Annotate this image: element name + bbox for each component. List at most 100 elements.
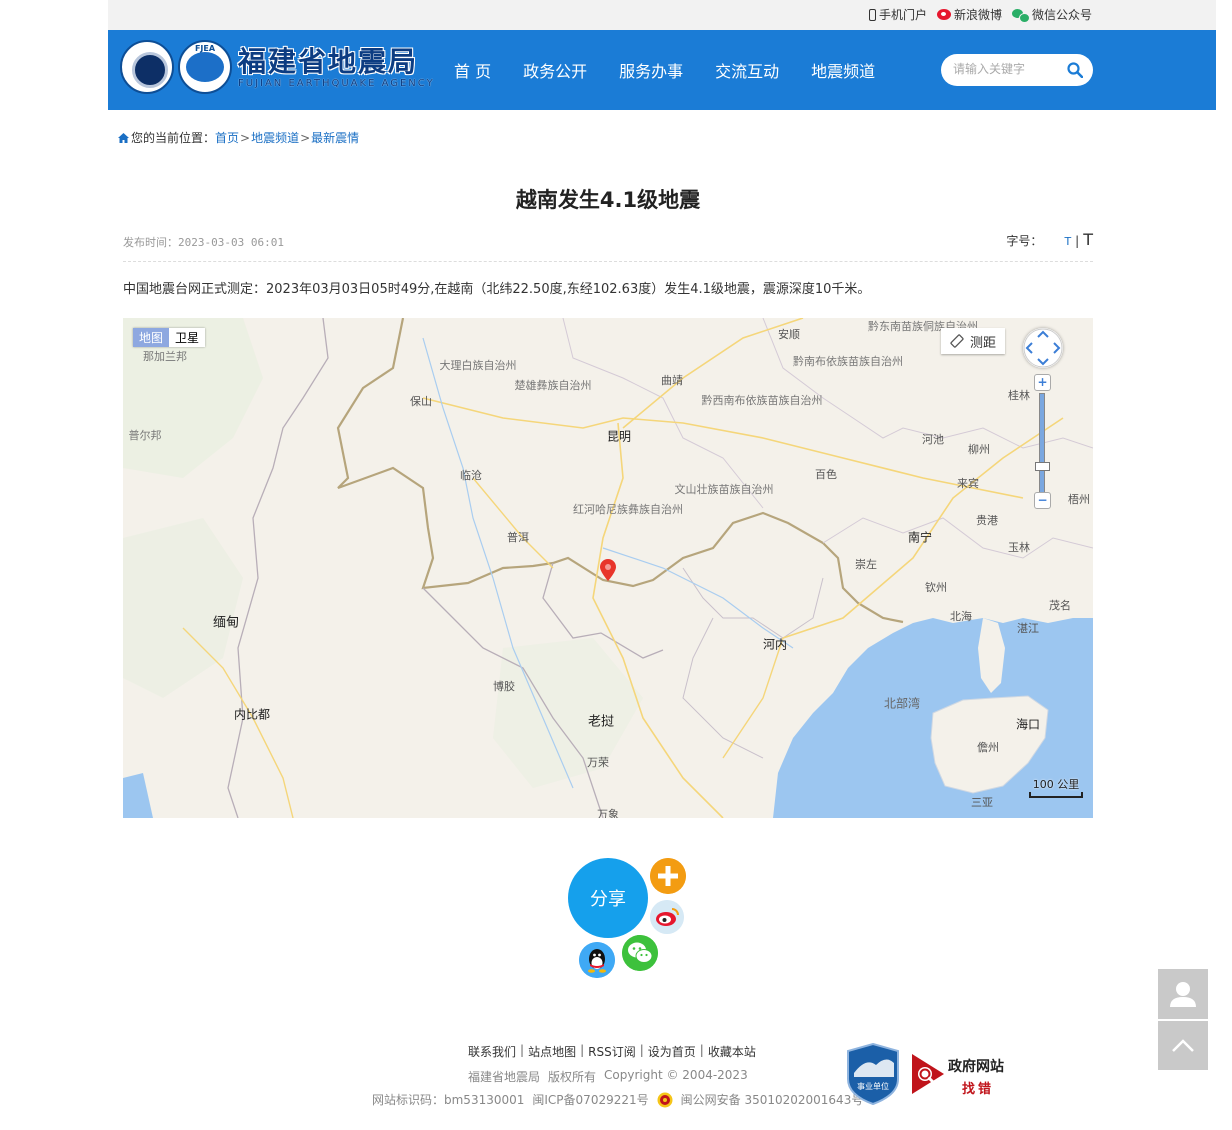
- breadcrumb: 您的当前位置： 首页 > 地震频道 > 最新震情: [118, 129, 359, 146]
- measure-label: 测距: [969, 335, 996, 351]
- footer-bookmark-link[interactable]: 收藏本站: [708, 1043, 756, 1060]
- epicenter-marker-icon[interactable]: [600, 559, 616, 581]
- map-label: 曲靖: [661, 374, 683, 387]
- top-strip: 手机门户 新浪微博 微信公众号: [108, 0, 1216, 30]
- back-to-top-button[interactable]: [1158, 1021, 1208, 1070]
- nav-interaction[interactable]: 交流互动: [715, 58, 779, 82]
- zoom-in-button[interactable]: +: [1034, 374, 1051, 391]
- share-label: 分享: [590, 889, 626, 910]
- publish-time: 发布时间：2023-03-03 06:01: [123, 236, 284, 249]
- national-emblem-icon: [120, 40, 174, 94]
- footer-icp-link[interactable]: 闽ICP备07029221号: [532, 1091, 648, 1108]
- map-label: 柳州: [968, 443, 990, 456]
- nav-earthquake-channel[interactable]: 地震频道: [811, 58, 875, 82]
- article-body: 中国地震台网正式测定：2023年03月03日05时49分,在越南（北纬22.50…: [123, 282, 871, 297]
- site-logo[interactable]: FJEA 福建省地震局 FUJIAN EARTHQUAKE AGENCY: [120, 40, 435, 94]
- breadcrumb-separator: >: [240, 130, 251, 145]
- map-label: 百色: [815, 468, 837, 481]
- font-small-button[interactable]: T: [1064, 235, 1071, 248]
- scale-bar: [1029, 792, 1083, 798]
- logo-name-en: FUJIAN EARTHQUAKE AGENCY: [238, 77, 435, 89]
- side-user-button[interactable]: [1158, 969, 1208, 1019]
- map-label: 来宾: [957, 477, 979, 490]
- map-label: 普洱: [507, 531, 529, 544]
- weibo-icon: [936, 9, 951, 20]
- share-qq-icon[interactable]: [579, 942, 615, 978]
- font-large-button[interactable]: T: [1083, 230, 1093, 249]
- font-size-separator: |: [1075, 234, 1080, 248]
- share-wechat-icon[interactable]: [622, 935, 658, 971]
- error-report-magnifier-icon: [912, 1054, 944, 1094]
- police-badge-icon: [657, 1092, 673, 1107]
- breadcrumb-earthquake-channel[interactable]: 地震频道: [251, 129, 299, 146]
- gov-site-error-report[interactable]: 政府网站 找错: [910, 1052, 1010, 1098]
- epicenter-map[interactable]: 那加兰邦 普尔邦 缅甸 内比都 大理白族自治州 保山 楚雄彝族自治州 昆明 曲靖…: [123, 318, 1093, 818]
- map-label: 那加兰邦: [143, 350, 187, 363]
- footer-copyright-text: Copyright © 2004-2023: [604, 1068, 748, 1082]
- share-button[interactable]: 分享: [568, 858, 648, 938]
- meta-divider: [123, 261, 1093, 262]
- map-scale: 100 公里: [1029, 776, 1083, 798]
- wechat-icon: [1011, 8, 1030, 23]
- map-label: 贵港: [976, 514, 998, 527]
- map-label: 安顺: [778, 328, 800, 341]
- map-label: 大理白族自治州: [439, 359, 517, 372]
- search-input[interactable]: [953, 62, 1063, 76]
- map-label: 海口: [1015, 717, 1041, 732]
- footer-sitemap-link[interactable]: 站点地图: [528, 1043, 576, 1060]
- footer-links: 联系我们 | 站点地图 | RSS订阅 | 设为首页 | 收藏本站: [468, 1043, 756, 1060]
- map-label: 河内: [762, 637, 788, 652]
- map-label: 普尔邦: [128, 429, 162, 442]
- home-icon: [118, 132, 129, 143]
- nav-services[interactable]: 服务办事: [619, 58, 683, 82]
- footer-rss-link[interactable]: RSS订阅: [588, 1043, 636, 1060]
- zoom-slider[interactable]: [1039, 393, 1045, 493]
- phone-icon: [868, 8, 876, 21]
- weibo-link[interactable]: 新浪微博: [936, 6, 1002, 23]
- search-icon[interactable]: [1067, 62, 1083, 78]
- wechat-label: 微信公众号: [1031, 8, 1092, 22]
- footer-set-homepage-link[interactable]: 设为首页: [648, 1043, 696, 1060]
- map-type-satellite-button[interactable]: 卫星: [169, 328, 206, 347]
- map-label: 儋州: [977, 741, 999, 754]
- footer-police-link[interactable]: 闽公网安备 35010202001643号: [681, 1091, 864, 1108]
- logo-name-cn: 福建省地震局: [238, 44, 419, 78]
- map-label: 保山: [410, 395, 432, 408]
- map-label: 钦州: [925, 581, 947, 594]
- share-weibo-icon[interactable]: [650, 900, 684, 934]
- map-type-map-button[interactable]: 地图: [133, 328, 170, 347]
- footer-copyright: 福建省地震局 版权所有 Copyright © 2004-2023: [468, 1068, 748, 1085]
- badge-unit-text: 事业单位: [857, 1081, 889, 1091]
- site-header: FJEA 福建省地震局 FUJIAN EARTHQUAKE AGENCY 首 页…: [108, 30, 1216, 110]
- map-label: 昆明: [606, 429, 632, 444]
- nav-home[interactable]: 首 页: [454, 58, 491, 82]
- mobile-portal-link[interactable]: 手机门户: [868, 6, 927, 23]
- map-label: 内比都: [233, 707, 271, 722]
- breadcrumb-latest-quakes[interactable]: 最新震情: [311, 129, 359, 146]
- nav-government-affairs[interactable]: 政务公开: [523, 58, 587, 82]
- zoom-out-button[interactable]: −: [1034, 492, 1051, 509]
- pan-control-icon[interactable]: [1023, 328, 1063, 368]
- zoom-slider-handle[interactable]: [1035, 462, 1050, 471]
- map-label: 万象: [597, 808, 619, 818]
- ruler-icon: [950, 334, 964, 348]
- share-more-plus-icon[interactable]: [650, 858, 686, 894]
- breadcrumb-separator: >: [300, 130, 311, 145]
- map-label: 万荣: [587, 756, 609, 769]
- measure-distance-button[interactable]: 测距: [941, 328, 1005, 354]
- fjea-logo-icon: FJEA: [178, 40, 232, 94]
- map-label: 梧州: [1068, 493, 1090, 506]
- map-label: 三亚: [971, 796, 993, 809]
- font-size-label: 字号：: [1006, 234, 1043, 248]
- search-box: [941, 54, 1093, 86]
- public-institution-badge-icon[interactable]: 事业单位: [846, 1043, 900, 1105]
- map-label: 缅甸: [212, 615, 240, 631]
- logo-text: 福建省地震局 FUJIAN EARTHQUAKE AGENCY: [238, 44, 435, 89]
- wechat-link[interactable]: 微信公众号: [1011, 6, 1092, 23]
- user-icon: [1170, 982, 1196, 1007]
- breadcrumb-home[interactable]: 首页: [215, 129, 239, 146]
- fjea-badge-text: FJEA: [194, 44, 216, 53]
- map-label: 文山壮族苗族自治州: [674, 483, 774, 496]
- footer-contact-link[interactable]: 联系我们: [468, 1043, 516, 1060]
- map-label: 博胶: [493, 680, 515, 693]
